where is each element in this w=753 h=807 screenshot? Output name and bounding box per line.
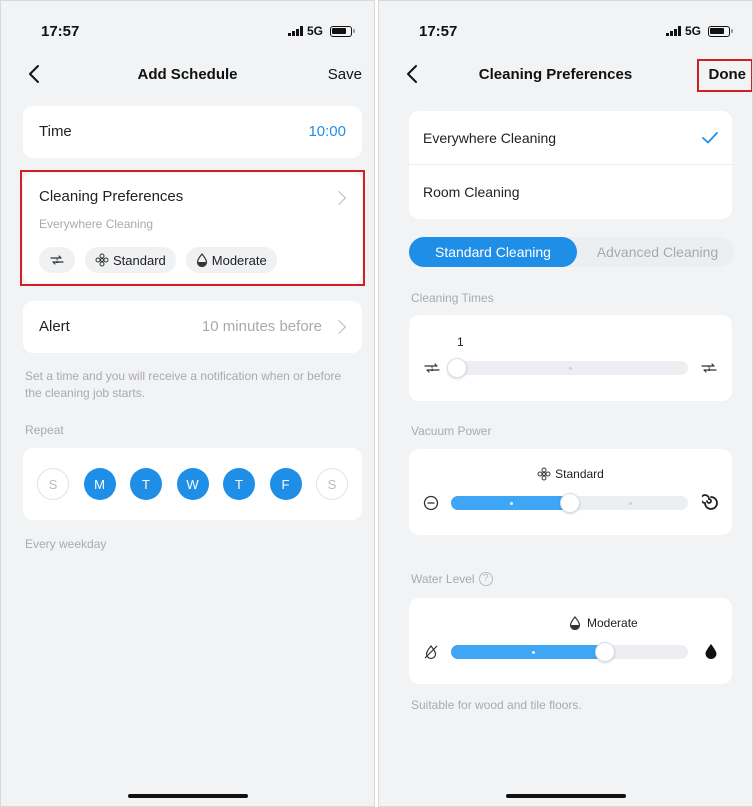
repeat-once-icon: 1 xyxy=(424,363,440,373)
tab-advanced-cleaning[interactable]: Advanced Cleaning xyxy=(581,237,734,267)
signal-icon xyxy=(287,26,303,36)
vacuum-power-value: Standard xyxy=(409,467,732,481)
vacuum-power-card: Standard xyxy=(409,449,732,535)
status-bar: 17:57 5G xyxy=(1,1,374,51)
day-sun[interactable]: S xyxy=(37,468,69,500)
page-title: Add Schedule xyxy=(137,66,238,83)
highlight-box xyxy=(697,59,752,92)
nav-bar: Add Schedule Save xyxy=(1,56,374,96)
time-label: Time xyxy=(39,123,72,140)
room-cleaning-label: Room Cleaning xyxy=(423,184,520,200)
repeat-label: Repeat xyxy=(25,423,64,437)
time-row[interactable]: Time 10:00 xyxy=(23,106,362,158)
vacuum-power-value-label: Standard xyxy=(555,467,604,481)
water-level-value: Moderate xyxy=(569,616,638,630)
alert-row[interactable]: Alert 10 minutes before xyxy=(23,301,362,353)
vacuum-power-label: Vacuum Power xyxy=(411,424,492,438)
save-button[interactable]: Save xyxy=(328,66,362,83)
day-wed[interactable]: W xyxy=(176,468,209,500)
add-schedule-screen: 17:57 5G Add Schedule Save Time 10:00 Cl… xyxy=(0,0,375,807)
tab-standard-cleaning[interactable]: Standard Cleaning xyxy=(409,237,577,267)
fan-icon xyxy=(537,467,551,481)
day-sat[interactable]: S xyxy=(316,468,348,500)
water-level-heading: Water Level ? xyxy=(411,572,493,586)
signal-icon xyxy=(665,26,681,36)
cleaning-mode-list: Everywhere Cleaning Room Cleaning xyxy=(409,111,732,219)
status-indicators: 5G xyxy=(287,24,355,38)
slider-tick xyxy=(568,367,572,370)
vacuum-power-slider[interactable] xyxy=(451,493,688,513)
battery-icon xyxy=(330,25,355,37)
everywhere-cleaning-option[interactable]: Everywhere Cleaning xyxy=(409,111,732,165)
power-min-icon xyxy=(423,495,439,511)
water-drop-icon xyxy=(569,616,581,630)
help-icon[interactable]: ? xyxy=(478,572,493,586)
day-tue[interactable]: T xyxy=(130,468,162,500)
alert-label: Alert xyxy=(39,318,70,335)
water-level-label: Water Level xyxy=(411,572,475,586)
water-level-slider[interactable] xyxy=(451,642,688,662)
battery-icon xyxy=(708,25,733,37)
room-cleaning-option[interactable]: Room Cleaning xyxy=(409,165,732,219)
power-max-icon xyxy=(702,494,718,510)
day-mon[interactable]: M xyxy=(83,468,116,500)
home-indicator xyxy=(127,794,248,798)
cleaning-type-tabs: Standard Cleaning Advanced Cleaning xyxy=(409,237,734,267)
floor-hint: Suitable for wood and tile floors. xyxy=(411,698,582,712)
cleaning-times-slider[interactable] xyxy=(447,358,688,378)
day-thu[interactable]: T xyxy=(223,468,255,500)
cleaning-times-card: 1 1 3 xyxy=(409,315,732,401)
status-bar: 17:57 5G xyxy=(379,1,752,51)
network-label: 5G xyxy=(306,24,323,38)
time-value: 10:00 xyxy=(308,123,346,140)
slider-tick xyxy=(628,502,632,505)
everywhere-cleaning-label: Everywhere Cleaning xyxy=(423,130,557,146)
alert-hint: Set a time and you will receive a notifi… xyxy=(25,369,342,400)
cleaning-times-value: 1 xyxy=(457,335,464,349)
alert-value: 10 minutes before xyxy=(201,318,322,335)
status-time: 17:57 xyxy=(41,23,80,40)
checkmark-icon xyxy=(702,132,718,144)
status-indicators: 5G xyxy=(665,24,733,38)
repeat-days: S M T W T F S xyxy=(23,448,362,520)
water-level-fill xyxy=(451,645,606,659)
water-level-knob[interactable] xyxy=(595,642,616,662)
water-off-icon xyxy=(424,645,438,660)
repeat-summary: Every weekday xyxy=(25,537,107,551)
page-title: Cleaning Preferences xyxy=(478,66,633,83)
water-level-value-label: Moderate xyxy=(587,616,638,630)
repeat-thrice-icon: 3 xyxy=(701,363,717,373)
day-fri[interactable]: F xyxy=(269,468,302,500)
slider-tick xyxy=(531,651,535,654)
cleaning-preferences-screen: 17:57 5G Cleaning Preferences Done Every… xyxy=(378,0,753,807)
network-label: 5G xyxy=(684,24,701,38)
highlight-box xyxy=(20,170,365,286)
cleaning-times-knob[interactable] xyxy=(447,358,467,378)
vacuum-power-knob[interactable] xyxy=(559,493,580,513)
home-indicator xyxy=(505,794,626,798)
water-max-icon xyxy=(705,644,717,659)
status-time: 17:57 xyxy=(419,23,458,40)
chevron-right-icon xyxy=(331,319,347,335)
cleaning-times-label: Cleaning Times xyxy=(411,291,494,305)
water-level-card: Moderate xyxy=(409,598,732,684)
